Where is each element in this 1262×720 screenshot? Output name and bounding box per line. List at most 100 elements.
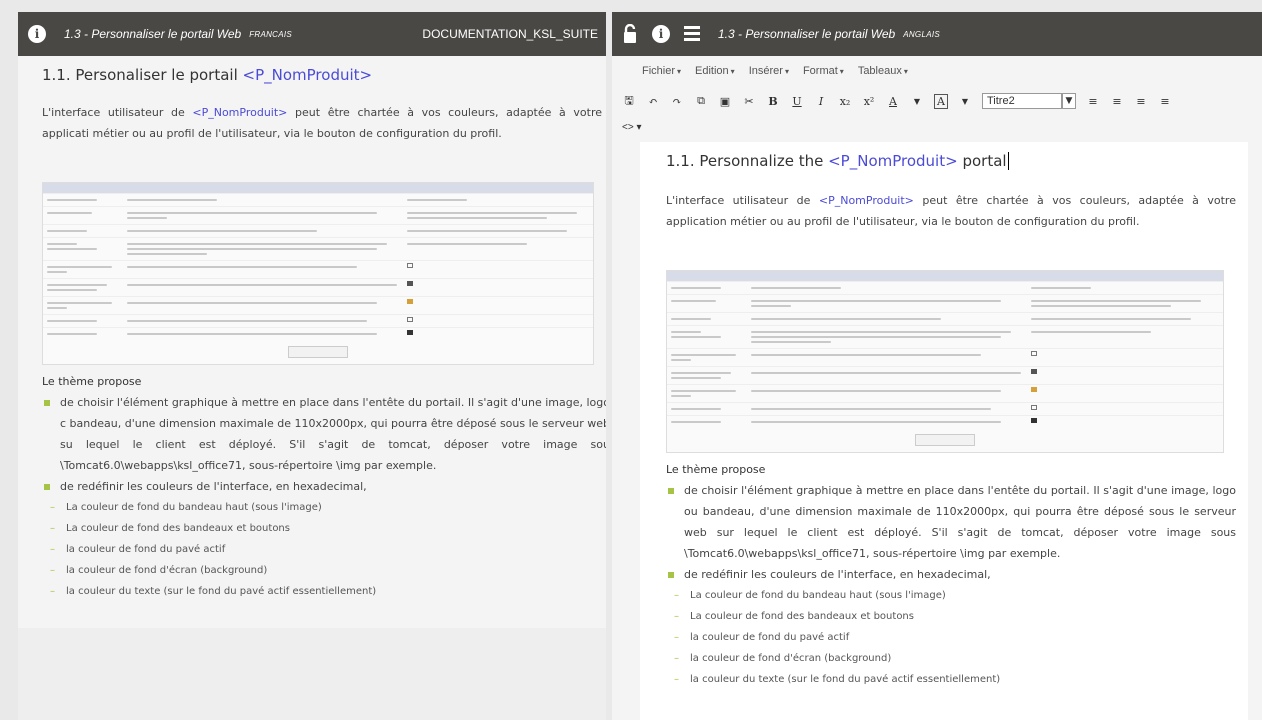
list-item: la couleur du texte (sur le fond du pavé… [50, 581, 606, 602]
table-row [43, 260, 593, 278]
list-item: de choisir l'élément graphique à mettre … [42, 392, 606, 476]
list-item: La couleur de fond des bandeaux et bouto… [674, 606, 1248, 627]
list-item: la couleur de fond d'écran (background) [50, 560, 606, 581]
table-row [43, 237, 593, 260]
table-row [43, 224, 593, 237]
save-icon[interactable]: 🖫 [622, 92, 636, 111]
underline-icon[interactable]: U [790, 95, 804, 108]
menu-fichier[interactable]: Fichier [642, 65, 681, 77]
source-language: FRANCAIS [249, 29, 293, 39]
justify-icon[interactable]: ≡ [1158, 95, 1172, 108]
list-item: de redéfinir les couleurs de l'interface… [666, 564, 1236, 585]
list-item: de choisir l'élément graphique à mettre … [666, 480, 1236, 564]
block-style-select[interactable]: Titre2 [982, 93, 1062, 109]
lock-icon[interactable] [622, 24, 638, 44]
list-item: La couleur de fond du bandeau haut (sous… [674, 585, 1248, 606]
table-row [43, 278, 593, 296]
info-icon[interactable]: i [28, 25, 46, 43]
theme-list: de choisir l'élément graphique à mettre … [42, 392, 606, 497]
table-row [667, 402, 1223, 415]
undo-icon[interactable]: ↶ [646, 95, 660, 108]
theme-list: de choisir l'élément graphique à mettre … [666, 480, 1236, 585]
translation-page-title: 1.3 - Personnaliser le portail Web [718, 27, 896, 41]
list-item: La couleur de fond des bandeaux et bouto… [50, 518, 606, 539]
product-placeholder: <P_NomProduit> [192, 106, 288, 119]
intro-paragraph: L'interface utilisateur de <P_NomProduit… [42, 102, 602, 144]
table-header [667, 271, 1223, 281]
translation-pane: i 1.3 - Personnaliser le portail Web ANG… [612, 12, 1262, 720]
product-placeholder: <P_NomProduit> [828, 152, 958, 170]
align-right-icon[interactable]: ≡ [1134, 95, 1148, 108]
table-row [43, 296, 593, 314]
translation-language: ANGLAIS [903, 29, 940, 39]
list-item: de redéfinir les couleurs de l'interface… [42, 476, 606, 497]
translation-topbar: i 1.3 - Personnaliser le portail Web ANG… [612, 12, 1262, 56]
profile-table-image [666, 270, 1224, 453]
editor-menubar: Fichier Edition Insérer Format Tableaux [612, 56, 1262, 86]
chevron-down-icon[interactable]: ▼ [910, 97, 924, 106]
table-row [667, 348, 1223, 366]
heading-text: 1.1. Personnalize the [666, 152, 824, 170]
subscript-icon[interactable]: x₂ [838, 95, 852, 108]
color-list: La couleur de fond du bandeau haut (sous… [674, 585, 1248, 690]
source-page-title: 1.3 - Personnaliser le portail Web [64, 27, 242, 41]
align-center-icon[interactable]: ≡ [1110, 95, 1124, 108]
bold-icon[interactable]: B [766, 95, 780, 108]
chevron-down-icon[interactable]: ▼ [958, 97, 972, 106]
list-item: la couleur du texte (sur le fond du pavé… [674, 669, 1248, 690]
back-to-profiles-button-image [915, 434, 975, 446]
paste-icon[interactable]: ▣ [718, 95, 732, 108]
back-to-profiles-button-image [288, 346, 348, 358]
list-item: La couleur de fond du bandeau haut (sous… [50, 497, 606, 518]
intro-text-a: L'interface utilisateur de [42, 106, 185, 119]
menu-format[interactable]: Format [803, 65, 844, 77]
table-row [43, 206, 593, 224]
table-row [667, 325, 1223, 348]
product-placeholder: <P_NomProduit> [242, 66, 373, 84]
documentation-label: DOCUMENTATION_KSL_SUITE [422, 27, 598, 41]
info-icon[interactable]: i [652, 25, 670, 43]
theme-heading: Le thème propose [42, 375, 142, 388]
text-cursor [1007, 152, 1014, 170]
chevron-down-icon[interactable]: ▼ [1062, 93, 1076, 109]
redo-icon[interactable]: ↷ [670, 95, 684, 108]
product-placeholder: <P_NomProduit> [818, 194, 914, 207]
menu-tableaux[interactable]: Tableaux [858, 65, 908, 77]
table-row [667, 384, 1223, 402]
table-row [43, 314, 593, 327]
table-row [667, 366, 1223, 384]
table-header [43, 183, 593, 193]
source-topbar: i 1.3 - Personnaliser le portail Web FRA… [18, 12, 606, 56]
background-color-icon[interactable]: A [934, 93, 948, 109]
editor-toolbar: 🖫 ↶ ↷ ⧉ ▣ ✂ B U I x₂ x² A ▼ A ▼ Titre2 ▼… [612, 86, 1262, 142]
editor-content[interactable]: 1.1. Personnalize the <P_NomProduit> por… [640, 142, 1248, 720]
list-item: la couleur de fond d'écran (background) [674, 648, 1248, 669]
intro-text-a: L'interface utilisateur de [666, 194, 811, 207]
table-row [43, 327, 593, 340]
table-row [667, 281, 1223, 294]
cut-icon[interactable]: ✂ [742, 95, 756, 108]
color-list: La couleur de fond du bandeau haut (sous… [50, 497, 606, 602]
menu-inserer[interactable]: Insérer [749, 65, 789, 77]
table-row [667, 294, 1223, 312]
section-heading: 1.1. Personaliser le portail <P_NomProdu… [42, 66, 606, 84]
theme-heading: Le thème propose [666, 463, 766, 476]
heading-text: 1.1. Personaliser le portail [42, 66, 238, 84]
source-pane: i 1.3 - Personnaliser le portail Web FRA… [18, 12, 606, 720]
list-icon[interactable] [684, 25, 700, 43]
heading-text-suffix: portal [962, 152, 1007, 170]
list-item: la couleur de fond du pavé actif [50, 539, 606, 560]
text-color-icon[interactable]: A [886, 95, 900, 108]
align-left-icon[interactable]: ≡ [1086, 95, 1100, 108]
list-item: la couleur de fond du pavé actif [674, 627, 1248, 648]
source-code-icon[interactable]: <> ▾ [622, 122, 642, 133]
source-content: 1.1. Personaliser le portail <P_NomProdu… [18, 56, 606, 628]
superscript-icon[interactable]: x² [862, 95, 876, 108]
copy-icon[interactable]: ⧉ [694, 94, 708, 108]
profile-table-image [42, 182, 594, 365]
italic-icon[interactable]: I [814, 95, 828, 108]
menu-edition[interactable]: Edition [695, 65, 735, 77]
table-row [667, 415, 1223, 428]
section-heading: 1.1. Personnalize the <P_NomProduit> por… [666, 152, 1248, 170]
table-row [43, 193, 593, 206]
